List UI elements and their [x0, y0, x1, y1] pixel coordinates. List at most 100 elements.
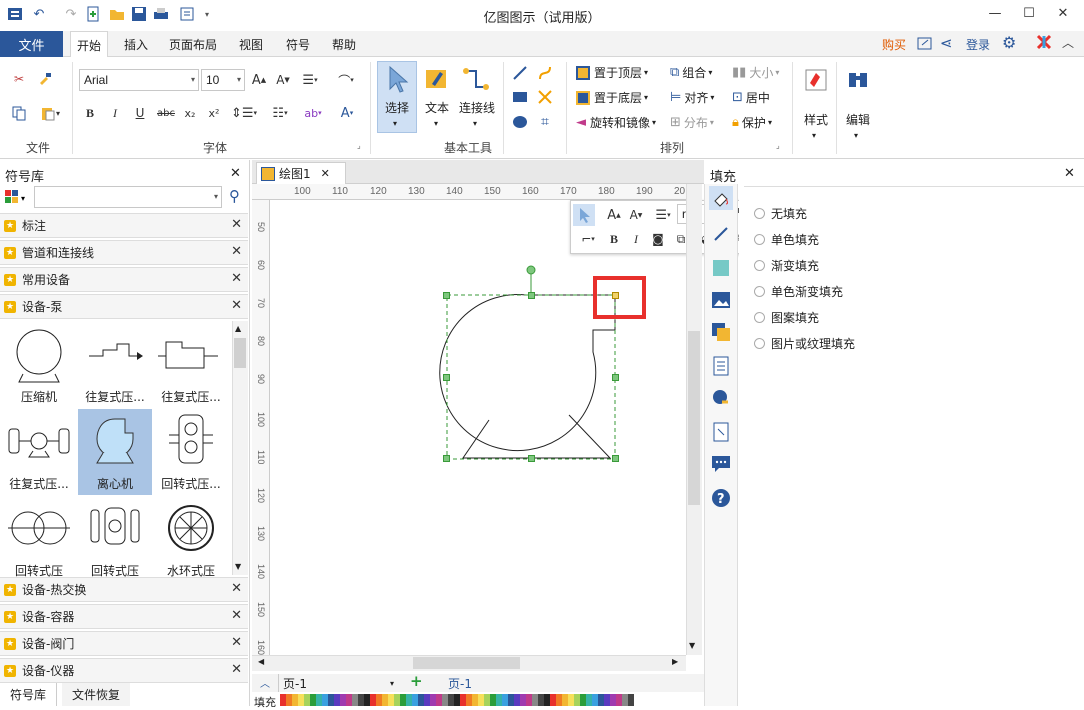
maximize-icon[interactable]: ☐: [1012, 0, 1046, 26]
category-instruments[interactable]: ★ 设备-仪器 ✕: [0, 658, 248, 683]
page-select[interactable]: 页-1 ▾: [278, 674, 398, 692]
close-category-icon[interactable]: ✕: [231, 217, 242, 232]
add-page-icon[interactable]: +: [410, 672, 423, 690]
shape-reciprocating-2[interactable]: 往复式压...: [154, 324, 228, 410]
scroll-up-icon[interactable]: ▲: [235, 324, 241, 333]
copy-icon[interactable]: [10, 104, 28, 122]
arrange-dialog-launcher-icon[interactable]: ⌟: [776, 141, 780, 150]
login-link[interactable]: 登录: [960, 31, 996, 57]
shape-reciprocating-1[interactable]: 往复式压...: [78, 324, 152, 410]
collapse-ribbon-icon[interactable]: ︿: [1062, 34, 1074, 51]
crop-tool-icon[interactable]: ⌗: [536, 113, 554, 131]
close-category-icon[interactable]: ✕: [231, 271, 242, 286]
hyperlink-panel-icon[interactable]: [709, 386, 733, 410]
font-size-select[interactable]: 10 ▾: [201, 69, 245, 91]
bullets-icon[interactable]: ☷ ▾: [266, 104, 294, 122]
close-category-icon[interactable]: ✕: [231, 635, 242, 650]
scroll-right-icon[interactable]: ▶: [672, 657, 678, 666]
underline-icon[interactable]: U: [132, 104, 148, 122]
shape-rotary-1[interactable]: 回转式压...: [154, 411, 228, 497]
theme-icon[interactable]: [1036, 34, 1052, 50]
page-collapse-icon[interactable]: ︿: [260, 675, 270, 690]
tab-page-layout[interactable]: 页面布局: [163, 31, 223, 57]
color-palette[interactable]: [280, 694, 634, 706]
shape-compressor[interactable]: 压缩机: [2, 324, 76, 410]
align-button[interactable]: ⊨ 对齐 ▾: [670, 89, 714, 106]
mini-shrink-font-icon[interactable]: A ▼: [628, 206, 644, 224]
category-vessels[interactable]: ★ 设备-容器 ✕: [0, 604, 248, 629]
group-button[interactable]: ⧉ 组合 ▾: [670, 64, 712, 81]
edit-dropdown-icon[interactable]: ▾: [854, 131, 858, 140]
cut-icon[interactable]: ✂: [10, 70, 28, 88]
center-button[interactable]: ⊡ 居中: [732, 89, 770, 106]
fill-option-gradient[interactable]: 渐变填充: [754, 257, 819, 274]
tab-file-recovery[interactable]: 文件恢复: [62, 683, 131, 706]
category-callout[interactable]: ★ 标注 ✕: [0, 213, 248, 238]
layers-panel-icon[interactable]: [709, 320, 733, 344]
tab-symbol-library[interactable]: 符号库: [0, 683, 58, 706]
superscript-icon[interactable]: x²: [206, 104, 222, 122]
mini-grow-font-icon[interactable]: A ▲: [606, 206, 622, 224]
search-icon[interactable]: ⚲: [229, 187, 240, 205]
buy-link[interactable]: 购买: [876, 31, 912, 57]
resize-handle-tl[interactable]: [443, 292, 450, 299]
size-button[interactable]: ▮▮ 大小 ▾: [732, 64, 779, 81]
fill-panel-icon[interactable]: [709, 186, 733, 210]
category-pumps[interactable]: ★ 设备-泵 ✕: [0, 294, 248, 319]
library-menu-icon[interactable]: ▾: [4, 188, 30, 206]
rotate-handle[interactable]: [526, 265, 536, 275]
line-panel-icon[interactable]: [709, 222, 733, 246]
settings-gear-icon[interactable]: ⚙: [1002, 33, 1016, 52]
bring-front-button[interactable]: 置于顶层 ▾: [576, 64, 648, 81]
fill-option-mono-gradient[interactable]: 单色渐变填充: [754, 283, 843, 300]
shrink-font-icon[interactable]: A ▼: [274, 71, 292, 89]
style-icon[interactable]: [802, 66, 830, 94]
close-fill-panel-icon[interactable]: ✕: [1064, 166, 1075, 181]
shape-centrifuge[interactable]: 离心机: [78, 411, 152, 497]
close-category-icon[interactable]: ✕: [231, 608, 242, 623]
library-search-input[interactable]: ▾: [34, 186, 222, 208]
rectangle-tool-icon[interactable]: [511, 88, 529, 106]
shadow-panel-icon[interactable]: [709, 256, 733, 280]
tab-help[interactable]: 帮助: [326, 31, 362, 57]
help-panel-icon[interactable]: ?: [709, 486, 733, 510]
mini-connector-icon[interactable]: ⌐ ▾: [575, 230, 601, 248]
text-dropdown-icon[interactable]: ▾: [434, 119, 438, 128]
rotate-mirror-button[interactable]: ◄ 旋转和镜像 ▾: [576, 114, 656, 131]
fill-option-pattern[interactable]: 图案填充: [754, 309, 819, 326]
tab-view[interactable]: 视图: [233, 31, 269, 57]
mini-bring-front-icon[interactable]: ◙: [651, 230, 665, 248]
font-dialog-launcher-icon[interactable]: ⌟: [357, 141, 361, 150]
bold-icon[interactable]: B: [82, 104, 98, 122]
mini-italic-icon[interactable]: I: [629, 230, 643, 248]
connector-dropdown-icon[interactable]: ▾: [473, 119, 477, 128]
shape-rotary-3[interactable]: 回转式压: [78, 498, 152, 584]
close-category-icon[interactable]: ✕: [231, 581, 242, 596]
send-back-button[interactable]: 置于底层 ▾: [576, 89, 648, 106]
close-document-icon[interactable]: ✕: [321, 167, 330, 180]
close-category-icon[interactable]: ✕: [231, 662, 242, 677]
line-tool-icon[interactable]: [511, 64, 529, 82]
category-pipes[interactable]: ★ 管道和连接线 ✕: [0, 240, 248, 265]
mini-align-icon[interactable]: ☰ ▾: [651, 206, 675, 224]
mini-bold-icon[interactable]: B: [607, 230, 621, 248]
indent-icon[interactable]: ⇕☰ ▾: [230, 104, 258, 122]
format-painter-icon[interactable]: [36, 70, 54, 88]
image-panel-icon[interactable]: [709, 288, 733, 312]
comment-panel-icon[interactable]: [709, 452, 733, 476]
resize-handle-br[interactable]: [612, 455, 619, 462]
resize-handle-l[interactable]: [443, 374, 450, 381]
protect-button[interactable]: 🔒︎ 保护 ▾: [732, 114, 772, 131]
line-spacing-icon[interactable]: ⌒ ▾: [332, 71, 360, 89]
shape-reciprocating-3[interactable]: 往复式压...: [2, 411, 76, 497]
shape-liquid-ring[interactable]: 水环式压: [154, 498, 228, 584]
fill-option-none[interactable]: 无填充: [754, 205, 807, 222]
tab-home[interactable]: 开始: [70, 31, 109, 58]
grow-font-icon[interactable]: A ▲: [250, 71, 268, 89]
ellipse-tool-icon[interactable]: [511, 113, 529, 131]
tab-symbol[interactable]: 符号: [280, 31, 316, 57]
centrifuge-shape[interactable]: [439, 294, 616, 451]
file-menu[interactable]: 文件: [0, 31, 63, 57]
scroll-down-icon[interactable]: ▼: [235, 562, 241, 571]
fill-option-solid[interactable]: 单色填充: [754, 231, 819, 248]
